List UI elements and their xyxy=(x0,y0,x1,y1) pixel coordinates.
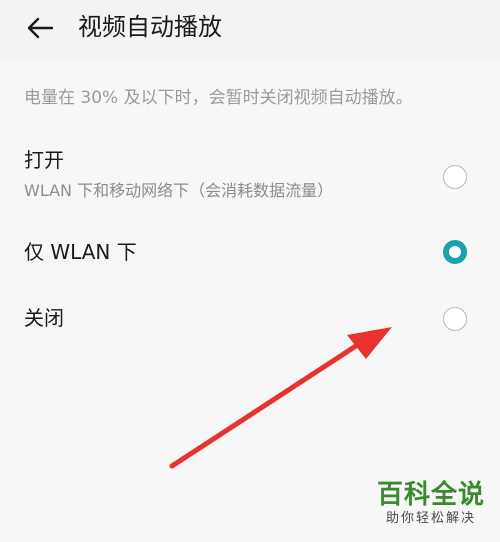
option-off[interactable]: 关闭 xyxy=(0,300,500,344)
back-button[interactable] xyxy=(20,10,60,46)
app-bar: 视频自动播放 xyxy=(0,0,500,60)
option-off-label: 关闭 xyxy=(24,306,64,330)
option-off-radio[interactable] xyxy=(443,307,467,331)
option-on-radio[interactable] xyxy=(443,165,467,189)
arrow-left-icon xyxy=(27,17,54,39)
option-on-label: 打开 xyxy=(24,148,64,172)
watermark-main: 百科全说 xyxy=(376,480,485,510)
option-on-sublabel: WLAN 下和移动网络下（会消耗数据流量） xyxy=(24,181,334,200)
page-title: 视频自动播放 xyxy=(78,13,222,41)
option-wlan-only[interactable]: 仅 WLAN 下 xyxy=(0,232,500,276)
watermark-sub: 助你轻松解决 xyxy=(385,511,476,526)
option-wlan-only-label: 仅 WLAN 下 xyxy=(24,240,137,264)
option-wlan-only-radio[interactable] xyxy=(443,240,467,264)
battery-note: 电量在 30% 及以下时，会暂时关闭视频自动播放。 xyxy=(24,88,413,108)
watermark-logo: 百科全说 助你轻松解决 xyxy=(372,480,490,528)
option-on[interactable]: 打开 WLAN 下和移动网络下（会消耗数据流量） xyxy=(0,142,500,212)
settings-content: 电量在 30% 及以下时，会暂时关闭视频自动播放。 打开 WLAN 下和移动网络… xyxy=(0,60,500,542)
